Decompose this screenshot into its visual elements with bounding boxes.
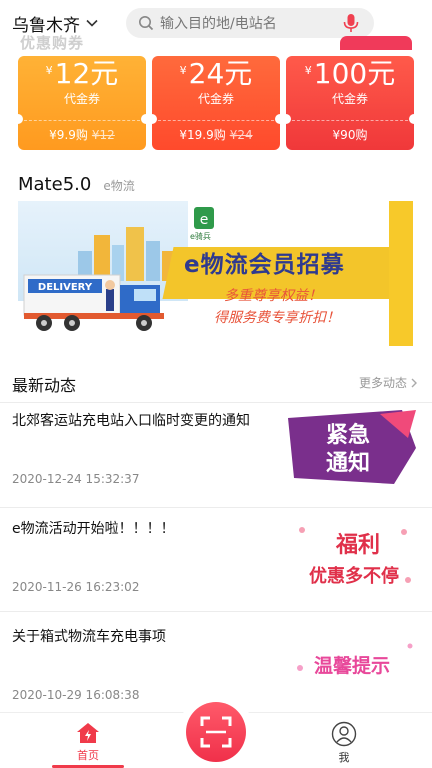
chevron-down-icon [86,19,98,27]
news-headline: 北郊客运站充电站入口临时变更的通知 [12,413,250,429]
news-date: 2020-12-24 15:32:37 [12,472,140,486]
welfare-image: 福利 优惠多不停 [284,516,420,596]
coupon-original-price: ¥12 [91,128,115,142]
scan-button[interactable] [178,694,254,768]
banner-line-1: 多重尊享权益！ [224,288,322,304]
coupon-list: ¥12元 代金券 ¥9.9购 ¥12 ¥24元 代金券 ¥19.9购 ¥24 ¥10… [18,56,414,150]
coupon-original-price: ¥24 [229,128,253,142]
mate-section-header: Mate5.0 e物流 [18,174,135,195]
news-item[interactable]: 北郊客运站充电站入口临时变更的通知 2020-12-24 15:32:37 紧急… [0,404,432,511]
search-input[interactable]: 输入目的地/电站名 [160,13,340,33]
coupon-currency: ¥ [45,64,53,77]
coupon-currency: ¥ [304,64,312,77]
svg-text:温馨提示: 温馨提示 [314,654,390,677]
coupon-price: ¥19.9购 ¥24 [179,128,253,142]
coupon-price: ¥90购 [332,128,368,142]
coupon-section-title: 优惠购券 [20,34,85,52]
coupon-divider [292,120,408,121]
mate-subtitle: e物流 [103,179,135,193]
news-headline: e物流活动开始啦！！！！ [12,521,175,537]
news-item[interactable]: e物流活动开始啦！！！！ 2020-11-26 16:23:02 福利 优惠多不… [0,512,432,619]
warm-tip-image: 温馨提示 [284,624,420,704]
microphone-icon[interactable] [340,12,362,34]
truck-label: DELIVERY [38,282,93,293]
news-thumbnail: 福利 优惠多不停 [284,516,420,596]
user-icon [331,721,357,747]
nav-me[interactable]: 我 [314,721,374,765]
coupon-card[interactable]: ¥24元 代金券 ¥19.9购 ¥24 [152,56,280,150]
banner-line-2: 得服务费专享折扣！ [214,310,340,326]
home-icon [77,723,99,743]
news-date: 2020-11-26 16:23:02 [12,580,140,594]
nav-home-label: 首页 [77,749,99,762]
nav-me-label: 我 [338,751,350,764]
search-icon [139,16,154,31]
coupon-amount: 24元 [188,57,253,90]
urgent-notice-image: 紧急 通知 [284,408,420,488]
coupon-amount: 100元 [313,57,396,90]
divider [0,402,432,403]
news-header: 最新动态 更多动态 [0,362,432,402]
coupon-card[interactable]: ¥100元 代金券 ¥90购 [286,56,414,150]
coupon-tag: 代金券 [63,92,100,106]
coupon-price: ¥9.9购 ¥12 [49,128,115,142]
e-logo-icon: e [194,207,214,229]
coupon-badge [340,36,412,50]
news-date: 2020-10-29 16:08:38 [12,688,140,702]
nav-home[interactable]: 首页 [58,721,118,763]
coupon-divider [158,120,274,121]
news-thumbnail: 紧急 通知 [284,408,420,488]
banner-side-stripe [389,201,413,346]
coupon-tag: 代金券 [331,92,368,106]
chevron-right-icon [411,378,417,387]
divider [0,507,432,508]
coupon-tag: 代金券 [197,92,234,106]
banner-headline: e物流会员招募 [184,252,345,278]
search-bar[interactable]: 输入目的地/电站名 [126,8,374,38]
delivery-truck-icon: DELIVERY [23,274,164,331]
coupon-amount: 12元 [54,57,119,90]
news-section-title: 最新动态 [12,376,77,395]
divider [0,611,432,612]
coupon-divider [24,120,140,121]
svg-text:紧急: 紧急 [326,422,370,448]
svg-text:福利: 福利 [335,533,380,558]
svg-text:e: e [200,212,209,228]
banner-logo-text: e骑兵 [190,232,211,241]
svg-text:优惠多不停: 优惠多不停 [309,565,399,587]
scan-icon [200,716,232,748]
news-headline: 关于箱式物流车充电事项 [12,629,166,645]
promo-banner[interactable]: e e骑兵 e物流会员招募 多重尊享权益！ 得服务费专享折扣！ DELIVERY [18,201,413,346]
svg-text:通知: 通知 [326,450,370,476]
more-news-link[interactable]: 更多动态 [359,374,418,391]
news-thumbnail: 温馨提示 [284,624,420,704]
coupon-currency: ¥ [179,64,187,77]
mate-title: Mate5.0 [18,174,92,195]
coupon-card[interactable]: ¥12元 代金券 ¥9.9购 ¥12 [18,56,146,150]
